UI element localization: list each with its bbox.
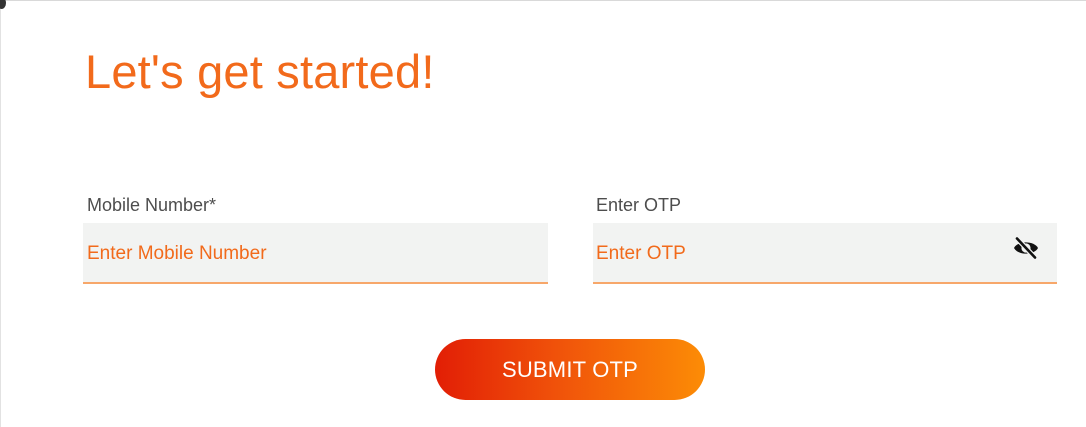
otp-field: Enter OTP [593,193,1057,284]
eye-slash-icon[interactable] [1011,235,1041,261]
otp-label: Enter OTP [596,195,682,215]
mobile-number-box [83,223,548,284]
corner-dot [0,0,6,9]
mobile-number-label: Mobile Number* [87,195,217,215]
mobile-number-field: Mobile Number* [83,193,548,284]
mobile-number-input[interactable] [83,223,548,282]
otp-box [593,223,1057,284]
otp-input[interactable] [593,223,1057,282]
submit-otp-button[interactable]: SUBMIT OTP [435,339,705,400]
page-title: Let's get started! [85,45,435,98]
